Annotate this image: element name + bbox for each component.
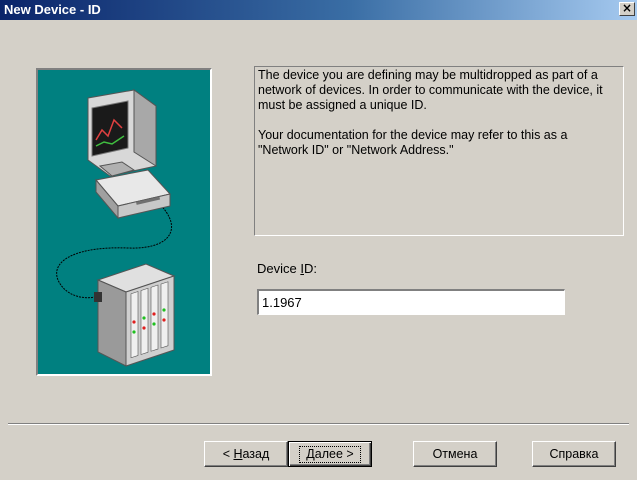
computer-network-illustration [56, 89, 176, 367]
cancel-button[interactable]: Отмена [413, 441, 497, 467]
device-id-input[interactable] [257, 289, 565, 315]
next-button[interactable]: Далее > [288, 441, 372, 467]
close-icon: × [621, 1, 633, 15]
description-paragraph-1: The device you are defining may be multi… [258, 68, 603, 112]
button-divider [8, 423, 629, 425]
description-box: The device you are defining may be multi… [254, 66, 624, 236]
description-paragraph-2: Your documentation for the device may re… [258, 128, 568, 157]
help-button[interactable]: Справка [532, 441, 616, 467]
back-button[interactable]: < Назад [204, 441, 288, 467]
device-id-label: Device ID: [257, 261, 317, 276]
window-title: New Device - ID [4, 2, 101, 17]
wizard-illustration [36, 68, 212, 376]
close-button[interactable]: × [619, 2, 635, 16]
title-bar: New Device - ID × [0, 0, 637, 20]
